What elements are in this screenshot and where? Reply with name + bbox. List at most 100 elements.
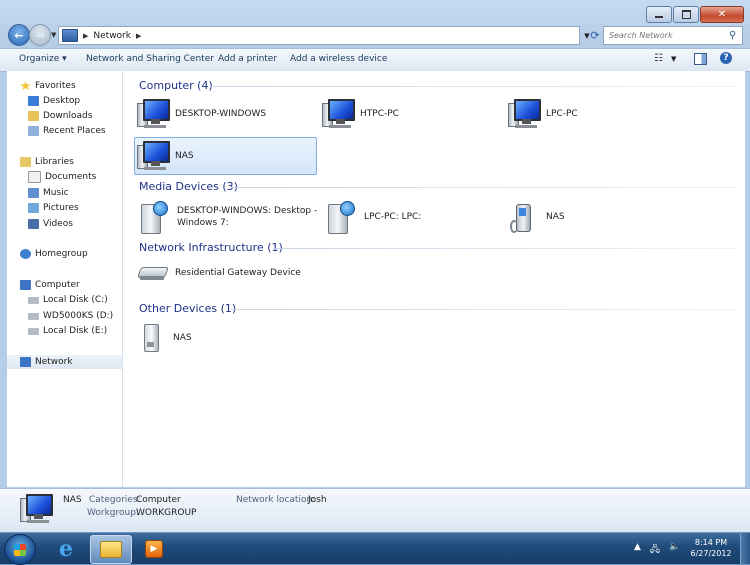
navigation-pane: Favorites Desktop Downloads Recent Place… bbox=[7, 71, 123, 487]
recent-pages-dropdown[interactable]: ▼ bbox=[51, 31, 56, 39]
disk-icon bbox=[28, 312, 39, 320]
media-device-icon bbox=[324, 200, 358, 234]
nav-homegroup[interactable]: Homegroup bbox=[20, 247, 88, 261]
command-bar: Organize ▾ Network and Sharing Center Ad… bbox=[0, 48, 750, 72]
media-device-item[interactable]: NAS bbox=[506, 199, 565, 235]
media-device-icon bbox=[137, 200, 171, 234]
add-printer-button[interactable]: Add a printer bbox=[218, 54, 277, 64]
media-device-item[interactable]: DESKTOP-WINDOWS: Desktop - Windows 7: bbox=[137, 199, 317, 235]
chevron-right-icon[interactable]: ▶ bbox=[83, 32, 88, 40]
details-pane: NAS Categories: Computer Workgroup: WORK… bbox=[0, 488, 750, 533]
folder-icon bbox=[100, 541, 122, 558]
computer-item-selected[interactable]: NAS bbox=[134, 137, 317, 175]
computer-item[interactable]: HTPC-PC bbox=[320, 98, 399, 130]
clock[interactable]: 8:14 PM 6/27/2012 bbox=[684, 537, 738, 559]
computer-icon bbox=[18, 493, 53, 525]
add-wireless-device-button[interactable]: Add a wireless device bbox=[290, 54, 387, 64]
nav-local-disk-c[interactable]: Local Disk (C:) bbox=[28, 293, 108, 307]
computer-item[interactable]: LPC-PC bbox=[506, 98, 578, 130]
music-icon bbox=[28, 188, 39, 198]
network-icon bbox=[20, 357, 31, 367]
close-icon: ✕ bbox=[717, 9, 727, 20]
group-header-computer[interactable]: Computer (4) bbox=[139, 79, 213, 92]
back-button[interactable]: ← bbox=[8, 24, 30, 46]
clock-time: 8:14 PM bbox=[694, 538, 728, 547]
view-dropdown-button[interactable]: ▼ bbox=[671, 55, 676, 63]
group-divider bbox=[211, 86, 736, 87]
refresh-icon: ⟳ bbox=[590, 29, 600, 42]
show-hidden-icons-icon[interactable]: ▲ bbox=[634, 542, 641, 558]
nav-local-disk-e[interactable]: Local Disk (E:) bbox=[28, 324, 107, 338]
details-categories-label: Categories: bbox=[89, 495, 141, 505]
details-location-label: Network location: bbox=[236, 495, 316, 505]
nav-downloads[interactable]: Downloads bbox=[28, 109, 92, 123]
network-sharing-center-button[interactable]: Network and Sharing Center bbox=[86, 54, 214, 64]
nav-music[interactable]: Music bbox=[28, 186, 69, 200]
nav-libraries[interactable]: Libraries bbox=[20, 155, 74, 169]
nav-desktop[interactable]: Desktop bbox=[28, 94, 80, 108]
group-divider bbox=[273, 248, 736, 249]
libraries-icon bbox=[20, 157, 31, 167]
computer-icon bbox=[20, 280, 31, 290]
search-box[interactable]: ⚲ bbox=[603, 26, 743, 45]
maximize-button[interactable] bbox=[673, 6, 699, 23]
start-button[interactable] bbox=[4, 534, 36, 565]
taskbar-media-player[interactable]: ▶ bbox=[134, 535, 174, 562]
group-header-media-devices[interactable]: Media Devices (3) bbox=[139, 180, 238, 193]
group-header-network-infrastructure[interactable]: Network Infrastructure (1) bbox=[139, 241, 283, 254]
nav-computer[interactable]: Computer bbox=[20, 278, 80, 292]
taskbar: e ▶ ▲ 🖧 🔈 8:14 PM 6/27/2012 bbox=[0, 532, 750, 565]
pictures-icon bbox=[28, 203, 39, 213]
preview-pane-icon[interactable] bbox=[694, 53, 707, 65]
close-button[interactable]: ✕ bbox=[700, 6, 744, 23]
back-arrow-icon: ← bbox=[14, 28, 24, 42]
refresh-button[interactable]: ⟳ bbox=[588, 27, 602, 44]
forward-button[interactable]: → bbox=[29, 24, 51, 46]
computer-icon bbox=[135, 98, 170, 130]
chevron-right-icon[interactable]: ▶ bbox=[136, 32, 141, 40]
system-tray: ▲ 🖧 🔈 bbox=[634, 542, 680, 558]
nav-videos[interactable]: Videos bbox=[28, 217, 73, 231]
media-player-icon: ▶ bbox=[145, 539, 163, 558]
media-device-item[interactable]: LPC-PC: LPC: bbox=[324, 199, 421, 235]
details-workgroup-label: Workgroup: bbox=[87, 508, 139, 518]
nav-network[interactable]: Network bbox=[7, 355, 122, 369]
group-header-other-devices[interactable]: Other Devices (1) bbox=[139, 302, 236, 315]
help-icon[interactable]: ? bbox=[720, 52, 732, 64]
recent-places-icon bbox=[28, 126, 39, 136]
network-status-icon[interactable]: 🖧 bbox=[650, 542, 660, 558]
downloads-icon bbox=[28, 111, 39, 121]
group-divider bbox=[231, 187, 736, 188]
computer-item[interactable]: DESKTOP-WINDOWS bbox=[135, 98, 266, 130]
forward-arrow-icon: → bbox=[35, 28, 45, 42]
details-location-value: Josh bbox=[308, 495, 327, 505]
network-infrastructure-item[interactable]: Residential Gateway Device bbox=[136, 261, 301, 285]
taskbar-windows-explorer[interactable] bbox=[90, 535, 132, 564]
search-input[interactable] bbox=[604, 30, 729, 41]
restore-icon bbox=[681, 10, 691, 19]
other-device-item[interactable]: NAS bbox=[137, 322, 192, 354]
nav-wd5000ks-d[interactable]: WD5000KS (D:) bbox=[28, 309, 113, 323]
phone-device-icon bbox=[506, 200, 540, 234]
address-bar[interactable]: ▶ Network ▶ bbox=[58, 26, 580, 45]
change-view-icon[interactable]: ☷ bbox=[654, 53, 663, 64]
minimize-button[interactable] bbox=[646, 6, 672, 23]
network-icon bbox=[62, 29, 78, 42]
nav-favorites[interactable]: Favorites bbox=[20, 79, 76, 93]
nas-device-icon bbox=[137, 322, 167, 354]
computer-icon bbox=[506, 98, 541, 130]
content-pane: Computer (4) DESKTOP-WINDOWS HTPC-PC LPC… bbox=[123, 71, 745, 487]
nav-documents[interactable]: Documents bbox=[28, 170, 96, 184]
search-icon[interactable]: ⚲ bbox=[729, 30, 736, 41]
volume-icon[interactable]: 🔈 bbox=[669, 542, 680, 558]
breadcrumb-network[interactable]: Network bbox=[93, 31, 131, 41]
gateway-icon bbox=[136, 261, 170, 285]
desktop-icon bbox=[28, 96, 39, 106]
nav-recent-places[interactable]: Recent Places bbox=[28, 124, 106, 138]
organize-button[interactable]: Organize ▾ bbox=[19, 54, 67, 64]
show-desktop-button[interactable] bbox=[740, 533, 750, 564]
caption-buttons: ✕ bbox=[645, 6, 744, 23]
computer-icon bbox=[135, 140, 170, 172]
nav-pictures[interactable]: Pictures bbox=[28, 201, 79, 215]
taskbar-internet-explorer[interactable]: e bbox=[46, 535, 86, 562]
